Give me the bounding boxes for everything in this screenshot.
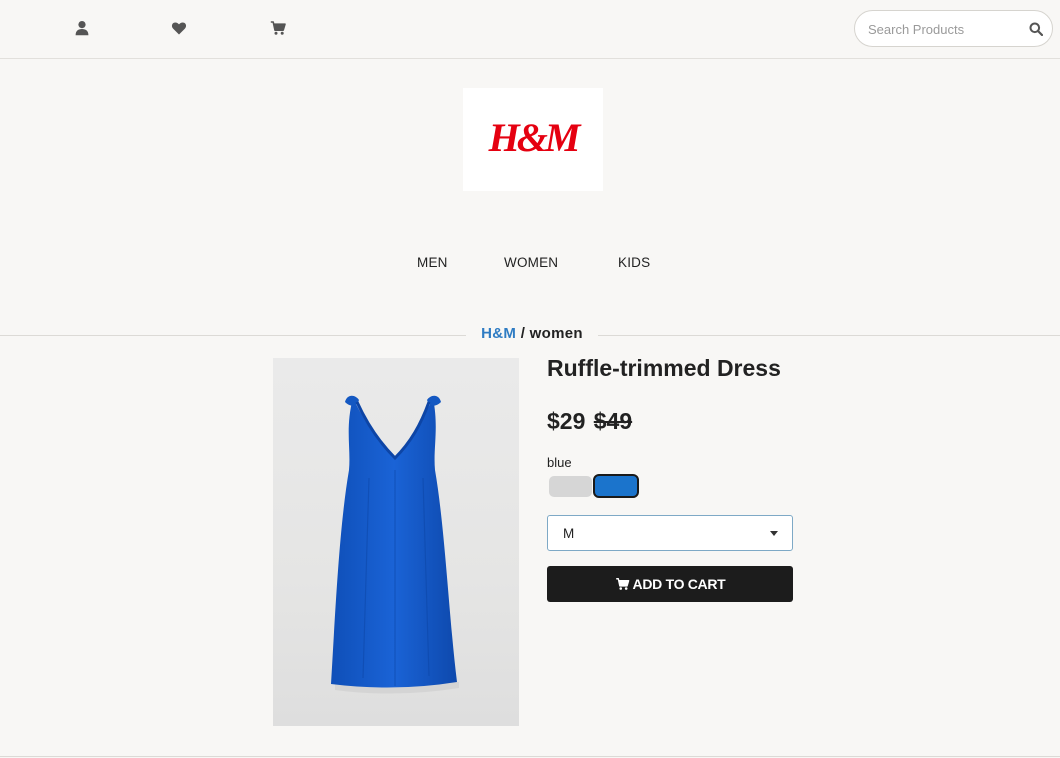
breadcrumb-category: women	[529, 325, 583, 342]
divider	[0, 756, 1060, 757]
heart-icon[interactable]	[171, 20, 187, 36]
top-bar	[0, 0, 1060, 59]
product-price: $29 $49	[547, 408, 632, 435]
search-box	[854, 10, 1053, 47]
original-price: $49	[593, 408, 633, 434]
size-select-value: M	[563, 526, 575, 541]
color-swatch-grey[interactable]	[549, 476, 592, 497]
nav-item-kids[interactable]: KIDS	[618, 255, 650, 270]
category-nav: MEN WOMEN KIDS	[0, 255, 1060, 275]
breadcrumb: H&M / women	[466, 325, 598, 345]
size-select[interactable]: M	[547, 515, 793, 551]
nav-item-women[interactable]: WOMEN	[504, 255, 558, 270]
sale-price: $29	[547, 408, 586, 434]
add-to-cart-button[interactable]: ADD TO CART	[547, 566, 793, 602]
nav-item-men[interactable]: MEN	[417, 255, 448, 270]
add-to-cart-label: ADD TO CART	[632, 576, 726, 592]
brand-logo[interactable]: H&M	[463, 88, 603, 191]
cart-icon	[615, 578, 629, 590]
selected-color-label: blue	[547, 455, 572, 470]
search-input[interactable]	[868, 19, 1018, 39]
breadcrumb-brand[interactable]: H&M	[481, 325, 516, 342]
color-swatch-blue[interactable]	[593, 474, 639, 498]
product-image	[273, 358, 519, 726]
caret-down-icon	[770, 531, 778, 536]
product-title: Ruffle-trimmed Dress	[547, 355, 781, 381]
cart-icon[interactable]	[270, 20, 286, 36]
search-icon[interactable]	[1029, 22, 1043, 36]
user-icon[interactable]	[74, 20, 90, 36]
breadcrumb-separator: /	[520, 325, 526, 342]
svg-text:H&M: H&M	[488, 115, 582, 160]
